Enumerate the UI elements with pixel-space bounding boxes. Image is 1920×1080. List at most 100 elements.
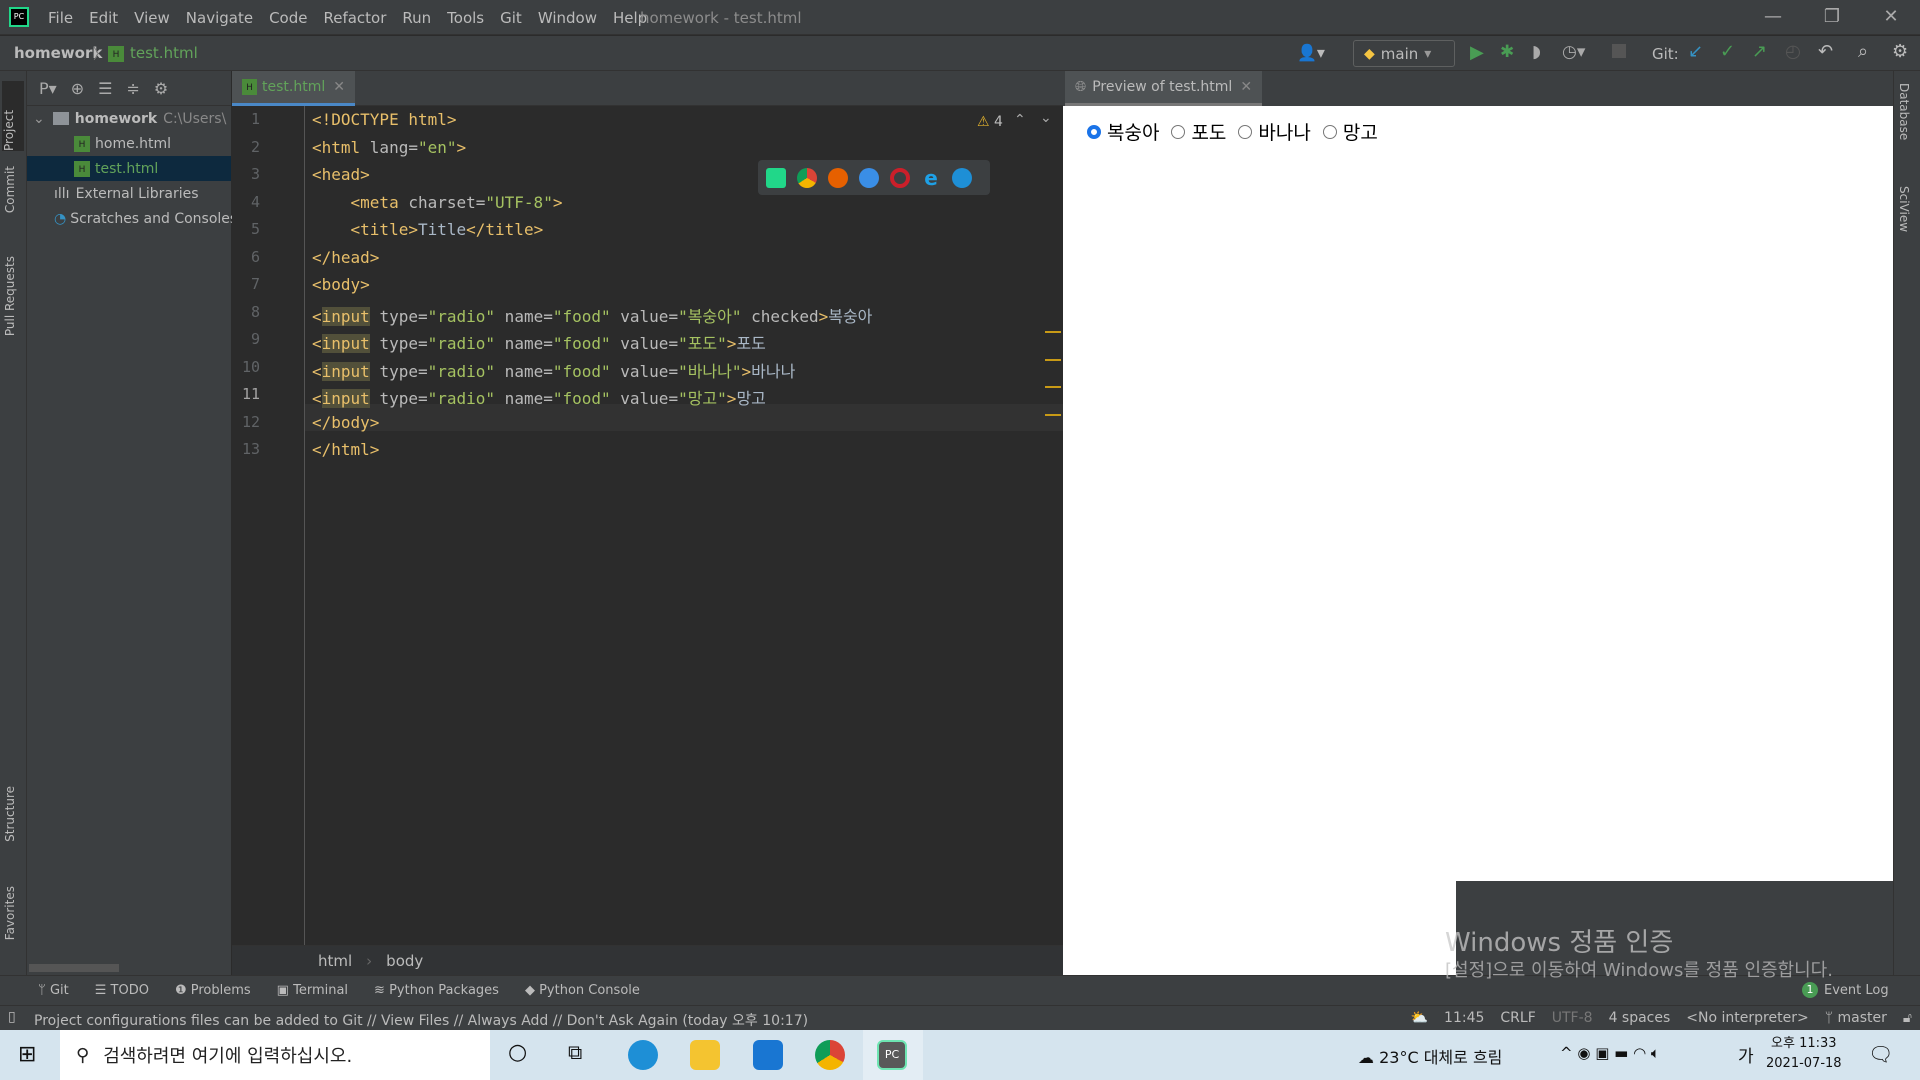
tab-test-html[interactable]: Htest.html ✕ bbox=[232, 71, 355, 106]
tool-tab-favorites[interactable]: Favorites bbox=[3, 886, 17, 940]
expand-all-icon[interactable]: ☰ bbox=[98, 79, 112, 98]
menu-window[interactable]: Window bbox=[530, 9, 605, 27]
file-encoding[interactable]: UTF-8 bbox=[1552, 1010, 1593, 1026]
menu-file[interactable]: File bbox=[40, 9, 81, 27]
safari-icon[interactable] bbox=[859, 167, 879, 188]
firefox-icon[interactable] bbox=[828, 167, 848, 188]
crumb-body[interactable]: body bbox=[386, 952, 423, 970]
breadcrumb-file[interactable]: test.html bbox=[130, 44, 198, 62]
locate-icon[interactable]: ⊕ bbox=[71, 79, 84, 98]
git-update-icon[interactable]: ↙ bbox=[1688, 41, 1703, 62]
breadcrumb-project[interactable]: homework bbox=[14, 44, 102, 62]
tool-tab-python-packages[interactable]: ≋ Python Packages bbox=[374, 983, 499, 998]
cortana-icon[interactable]: ○ bbox=[508, 1040, 527, 1065]
restore-button[interactable]: ❐ bbox=[1812, 6, 1852, 27]
menu-view[interactable]: View bbox=[126, 9, 178, 27]
warnings-indicator[interactable]: ⚠ 4 bbox=[977, 114, 1003, 130]
chrome-icon[interactable] bbox=[797, 167, 817, 188]
tool-tab-project[interactable]: Project bbox=[2, 81, 24, 151]
interpreter-select[interactable]: <No interpreter> bbox=[1686, 1010, 1808, 1026]
menu-refactor[interactable]: Refactor bbox=[315, 9, 394, 27]
tab-preview[interactable]: 🌐︎ Preview of test.html ✕ bbox=[1065, 71, 1263, 106]
taskbar-search[interactable]: ⚲ 검색하려면 여기에 입력하십시오. bbox=[60, 1030, 490, 1080]
close-tab-icon[interactable]: ✕ bbox=[1240, 79, 1252, 95]
close-button[interactable]: ✕ bbox=[1871, 6, 1911, 27]
tool-tab-structure[interactable]: Structure bbox=[3, 786, 17, 842]
tray-icons[interactable]: ^ ◉ ▣ ▬ ◠ 🔈︎ bbox=[1560, 1044, 1660, 1062]
user-icon[interactable]: 👤▾ bbox=[1297, 43, 1325, 62]
search-icon[interactable]: ⌕ bbox=[1858, 41, 1868, 62]
git-push-icon[interactable]: ↗ bbox=[1752, 41, 1767, 62]
code-editor[interactable]: 1 <!DOCTYPE html> 2 <html lang="en"> 3 <head>… bbox=[232, 106, 1063, 945]
windows-start-icon[interactable]: ⊞ bbox=[18, 1042, 36, 1067]
tool-tab-commit[interactable]: Commit bbox=[3, 166, 17, 213]
menu-tools[interactable]: Tools bbox=[439, 9, 492, 27]
tree-item-external-libraries[interactable]: ıllı External Libraries bbox=[27, 181, 231, 206]
status-message[interactable]: Project configurations files can be adde… bbox=[34, 1010, 808, 1030]
tool-tab-pull-requests[interactable]: Pull Requests bbox=[3, 256, 17, 336]
event-log-button[interactable]: 1 Event Log bbox=[1802, 982, 1889, 998]
radio-button[interactable] bbox=[1171, 124, 1186, 139]
close-tab-icon[interactable]: ✕ bbox=[333, 79, 345, 95]
crumb-html[interactable]: html bbox=[318, 952, 352, 970]
git-branch[interactable]: ᛘ master bbox=[1825, 1010, 1887, 1026]
profile-icon[interactable]: ◷▾ bbox=[1562, 42, 1585, 62]
pycharm-browser-icon[interactable] bbox=[766, 167, 786, 188]
radio-button[interactable] bbox=[1087, 124, 1101, 139]
code-token: input bbox=[321, 306, 370, 326]
tool-tab-terminal[interactable]: ▣ Terminal bbox=[277, 983, 348, 998]
next-highlight-icon[interactable]: ⌄ bbox=[1040, 110, 1052, 126]
weather-widget[interactable]: ☁ 23°C 대체로 흐림 bbox=[1358, 1044, 1502, 1068]
run-icon[interactable]: ▶ bbox=[1470, 42, 1484, 63]
debug-icon[interactable]: ✱ bbox=[1500, 42, 1514, 62]
git-commit-icon[interactable]: ✓ bbox=[1720, 41, 1735, 62]
radio-button[interactable] bbox=[1322, 124, 1337, 139]
horizontal-scrollbar[interactable] bbox=[29, 964, 119, 972]
tool-tab-todo[interactable]: ☰ TODO bbox=[95, 983, 149, 998]
notification-icon: ▯ bbox=[8, 1009, 16, 1025]
ime-indicator[interactable]: 가 bbox=[1738, 1042, 1754, 1067]
caret-position[interactable]: 11:45 bbox=[1444, 1010, 1484, 1026]
tool-tab-database[interactable]: Database bbox=[1897, 83, 1911, 140]
rollback-icon[interactable]: ↶ bbox=[1818, 41, 1833, 62]
menu-edit[interactable]: Edit bbox=[81, 9, 126, 27]
tool-tab-sciview[interactable]: SciView bbox=[1897, 186, 1911, 232]
collapse-all-icon[interactable]: ≑ bbox=[126, 79, 139, 98]
file-explorer-icon[interactable] bbox=[690, 1040, 720, 1070]
coverage-icon[interactable]: ◗ bbox=[1532, 42, 1541, 62]
chrome-taskbar-icon[interactable] bbox=[815, 1040, 845, 1070]
code-token: lang= bbox=[369, 137, 418, 157]
settings-gear-icon[interactable]: ⚙ bbox=[1892, 41, 1908, 62]
lock-icon[interactable]: 🔓︎ bbox=[1903, 1010, 1912, 1026]
opera-icon[interactable] bbox=[890, 167, 910, 188]
prev-highlight-icon[interactable]: ⌃ bbox=[1014, 112, 1026, 128]
tree-item-scratches[interactable]: ◔ Scratches and Consoles bbox=[27, 206, 237, 231]
history-icon[interactable]: ◴ bbox=[1785, 41, 1801, 62]
menu-navigate[interactable]: Navigate bbox=[178, 9, 261, 27]
gear-icon[interactable]: ⚙ bbox=[154, 79, 168, 98]
indent-setting[interactable]: 4 spaces bbox=[1609, 1010, 1671, 1026]
menu-git[interactable]: Git bbox=[492, 9, 530, 27]
edge-icon[interactable] bbox=[952, 167, 972, 188]
tool-tab-git[interactable]: ᛘ Git bbox=[38, 983, 69, 998]
radio-button[interactable] bbox=[1238, 124, 1253, 139]
menu-code[interactable]: Code bbox=[261, 9, 315, 27]
project-view-select[interactable]: P▾ bbox=[39, 79, 57, 98]
clock[interactable]: 오후 11:33 2021-07-18 bbox=[1766, 1034, 1842, 1074]
tool-tab-python-console[interactable]: ◆ Python Console bbox=[525, 983, 640, 998]
menu-run[interactable]: Run bbox=[394, 9, 439, 27]
stop-icon[interactable] bbox=[1612, 44, 1626, 58]
tool-tab-problems[interactable]: ❶ Problems bbox=[175, 983, 251, 998]
task-view-icon[interactable]: ⧉ bbox=[568, 1040, 582, 1064]
ie-icon[interactable]: e bbox=[921, 168, 941, 188]
tree-root[interactable]: ⌄ homework C:\Users\ bbox=[27, 106, 231, 131]
inspection-icon[interactable]: ⛅ bbox=[1411, 1010, 1428, 1026]
tree-item-test[interactable]: Htest.html bbox=[27, 156, 231, 181]
edge-taskbar-icon[interactable] bbox=[628, 1040, 658, 1070]
notifications-icon[interactable]: 🗨︎ bbox=[1868, 1042, 1893, 1066]
tree-item-home[interactable]: Hhome.html bbox=[27, 131, 231, 156]
run-config-select[interactable]: ◆ main ▾ bbox=[1353, 40, 1455, 67]
line-separator[interactable]: CRLF bbox=[1500, 1010, 1535, 1026]
minimize-button[interactable]: — bbox=[1753, 6, 1793, 27]
mail-icon[interactable] bbox=[753, 1040, 783, 1070]
